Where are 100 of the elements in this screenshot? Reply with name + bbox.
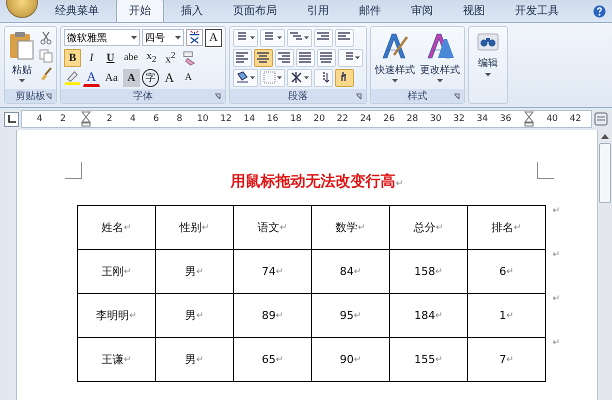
ribbon-tab[interactable]: 开发工具 [502, 0, 572, 22]
crop-mark [537, 162, 554, 179]
row-end-mark: ↵ [552, 338, 560, 348]
format-button[interactable]: 字 [142, 68, 159, 86]
paragraph-button[interactable] [254, 48, 273, 66]
paragraph-format-icon [263, 71, 276, 84]
ribbon-tab[interactable]: 插入 [168, 0, 216, 22]
ruler-number: 4 [130, 114, 136, 124]
editing-button[interactable]: 编辑 [468, 26, 508, 104]
paragraph-button[interactable] [317, 48, 336, 66]
tab-selector-button[interactable] [4, 112, 19, 126]
ribbon-tab[interactable]: 经典菜单 [42, 0, 112, 22]
ribbon-tab[interactable]: 视图 [450, 0, 498, 22]
table-header-cell: 姓名↵ [78, 206, 156, 250]
format-button[interactable]: I [83, 48, 100, 66]
brush-icon[interactable] [39, 67, 53, 81]
scrollbar-thumb[interactable] [599, 143, 611, 203]
scroll-up-icon[interactable] [601, 134, 609, 139]
ruler-number: 6 [153, 114, 159, 124]
dialog-launcher-icon[interactable] [214, 93, 222, 101]
table-cell: 90↵ [312, 338, 390, 382]
table-cell: 6↵ [468, 250, 546, 294]
paragraph-button[interactable] [338, 48, 363, 66]
ruler-number: 8 [176, 114, 182, 124]
row-end-mark: ↵ [552, 294, 560, 304]
font-name-field[interactable]: 微软雅黑 [64, 29, 140, 46]
format-button[interactable]: A [122, 68, 140, 86]
paragraph-button[interactable] [335, 28, 354, 46]
format-button[interactable]: abe [121, 48, 141, 66]
style-button[interactable]: 更改样式 [419, 29, 461, 87]
paste-button[interactable]: 粘贴 [8, 29, 36, 87]
ruler-number: 22 [336, 114, 348, 124]
caret-icon [485, 73, 491, 77]
ruler-number: 40 [546, 114, 558, 124]
format-button[interactable]: A [180, 68, 197, 86]
font-size-field[interactable]: 四号 [142, 29, 184, 46]
character-border-button[interactable]: A [205, 28, 222, 46]
paragraph-button[interactable] [260, 28, 285, 46]
dialog-launcher-icon[interactable] [453, 93, 461, 101]
paragraph-button[interactable] [233, 28, 258, 46]
caret-icon [304, 36, 309, 40]
left-tab-icon [7, 114, 16, 124]
style-button[interactable]: 快速样式 [374, 29, 416, 87]
dialog-launcher-icon[interactable] [355, 93, 363, 101]
ruler-number: 2 [60, 114, 66, 124]
ruler-number: 18 [290, 114, 302, 124]
paragraph-button[interactable] [233, 48, 252, 66]
table-cell: 1↵ [468, 294, 546, 338]
clear-format-icon[interactable] [180, 49, 198, 66]
ruler-number: 2 [106, 114, 112, 124]
group-label: 段落 [288, 90, 308, 103]
table-header-cell: 语文↵ [234, 206, 312, 250]
format-button[interactable]: Aa [102, 68, 121, 86]
copy-icon[interactable] [39, 49, 53, 63]
ruler-number: 34 [476, 114, 488, 124]
scissors-icon[interactable] [39, 31, 53, 45]
table-header-cell: 总分↵ [390, 206, 468, 250]
ruler-number: 42 [570, 114, 582, 124]
indent-marker-icon[interactable] [81, 111, 92, 127]
paragraph-button[interactable] [233, 68, 258, 86]
ribbon-tab[interactable]: 页面布局 [220, 0, 290, 22]
paragraph-button[interactable] [275, 48, 294, 66]
table-cell: 男↵ [156, 250, 234, 294]
caret-icon [250, 36, 255, 40]
highlighter-icon[interactable] [64, 69, 81, 86]
format-button[interactable]: A [160, 68, 178, 86]
paragraph-button[interactable] [335, 68, 354, 86]
caret-icon [131, 36, 137, 40]
table-cell: 65↵ [234, 338, 312, 382]
paragraph-button[interactable] [287, 68, 312, 86]
table-cell: 王刚↵ [78, 250, 156, 294]
indent-marker-icon[interactable] [524, 111, 534, 127]
paragraph-button[interactable] [314, 68, 333, 86]
ruler-number: 24 [360, 114, 372, 124]
format-button[interactable]: x$_{2}$ [142, 48, 160, 66]
ribbon-tab[interactable]: 开始 [116, 0, 164, 22]
paragraph-format-icon [236, 51, 249, 64]
table-cell: 158↵ [390, 250, 468, 294]
horizontal-ruler[interactable]: 4 2 2 4 6 8 10 12 14 16 18 20 22 24 26 28 30 32 34 36 40 42 [21, 110, 592, 128]
paragraph-button[interactable] [296, 48, 315, 66]
ruler-number: 4 [36, 114, 43, 124]
format-button[interactable]: U [102, 48, 119, 66]
ribbon-tab[interactable]: 邮件 [346, 0, 394, 22]
paragraph-format-icon [278, 51, 291, 64]
caret-icon [277, 36, 282, 40]
paragraph-button[interactable] [287, 28, 312, 46]
paragraph-button[interactable] [314, 28, 333, 46]
ruler-number: 28 [406, 114, 418, 124]
format-button[interactable]: B [64, 48, 81, 66]
table-header-cell: 数学↵ [312, 206, 390, 250]
vertical-scrollbar[interactable] [597, 130, 612, 400]
caret-icon [392, 79, 398, 83]
ribbon-tab[interactable]: 引用 [294, 0, 342, 22]
format-button[interactable]: x$^{2}$ [162, 48, 179, 66]
ribbon-tab[interactable]: 审阅 [398, 0, 446, 22]
dialog-launcher-icon[interactable] [45, 93, 53, 101]
phonetic-guide-icon[interactable] [186, 29, 203, 46]
help-icon[interactable] [593, 4, 606, 18]
view-ruler-icon[interactable] [594, 112, 608, 126]
binoculars-icon [477, 33, 499, 51]
